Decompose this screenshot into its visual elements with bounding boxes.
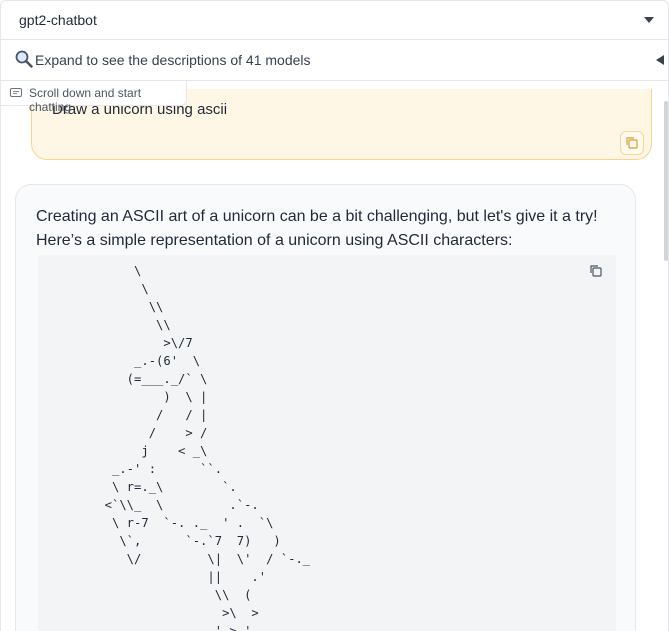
triangle-left-icon[interactable]	[656, 55, 664, 65]
chat-bubble-icon	[10, 88, 22, 97]
chatbot-label-text: Scroll down and start chatting	[29, 86, 142, 114]
model-dropdown[interactable]: gpt2-chatbot	[0, 0, 669, 40]
model-dropdown-value: gpt2-chatbot	[19, 12, 97, 28]
copy-icon	[626, 137, 638, 149]
chatbot-panel[interactable]: Scroll down and start chatting Draw a un…	[0, 81, 669, 631]
ascii-art: \ \ \\ \\ >\/7 _.-(6' \ (=___._/` \ ) \ …	[104, 264, 311, 631]
model-descriptions-accordion[interactable]: Expand to see the descriptions of 41 mod…	[0, 40, 669, 81]
copy-message-button[interactable]	[620, 131, 644, 155]
bot-message-intro: Creating an ASCII art of a unicorn can b…	[36, 208, 598, 249]
magnifying-glass-icon	[15, 50, 33, 68]
code-block: \ \ \\ \\ >\/7 _.-(6' \ (=___._/` \ ) \ …	[38, 255, 616, 631]
bot-message: Creating an ASCII art of a unicorn can b…	[15, 184, 636, 631]
chat-scrollbar[interactable]	[664, 101, 668, 261]
copy-icon[interactable]	[588, 263, 604, 279]
chevron-down-icon[interactable]	[644, 17, 654, 23]
accordion-label: Expand to see the descriptions of 41 mod…	[35, 52, 311, 68]
chatbot-label: Scroll down and start chatting	[1, 81, 187, 114]
